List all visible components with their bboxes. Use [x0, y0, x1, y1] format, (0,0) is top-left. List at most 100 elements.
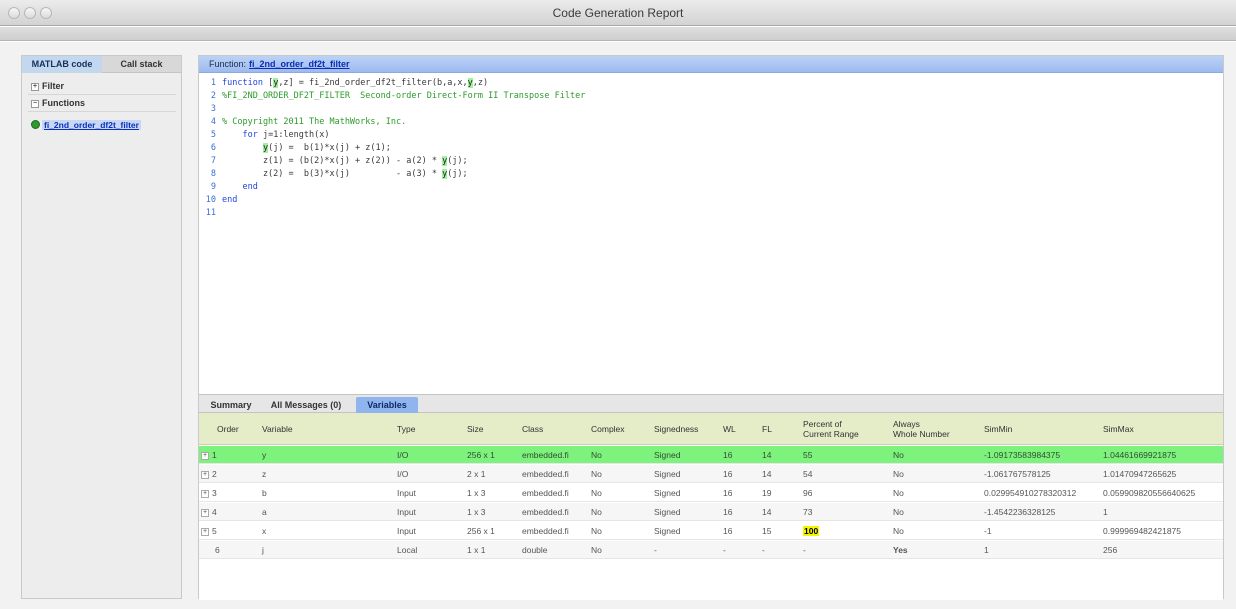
cell-simmin: -1 [984, 526, 992, 536]
cell-fl: 19 [762, 488, 772, 498]
code-text: z(2) = b(3)*x(j) - a(3) * [222, 169, 443, 179]
column-header-label: Signedness [654, 424, 699, 434]
line-number: 9 [210, 182, 216, 192]
code-editor[interactable]: 1 function [y,z] = fi_2nd_order_df2t_filt… [199, 74, 1223, 392]
cell-signedness: Signed [654, 469, 681, 479]
cell-pct: 96 [803, 488, 813, 498]
column-header-fl[interactable]: FL [762, 413, 772, 445]
column-header-label: SimMax [1103, 424, 1134, 434]
cell-complex: No [591, 488, 602, 498]
cell-class: double [522, 545, 548, 555]
cell-signedness: Signed [654, 526, 681, 536]
cell-size: 1 x 1 [467, 545, 486, 555]
tab-all-messages[interactable]: All Messages (0) [261, 397, 351, 414]
code-line: 7 z(1) = (b(2)*x(j) + z(2)) - a(2) * y(j… [199, 155, 1219, 168]
code-line: 9 end [199, 181, 1219, 194]
cell-simmin: -1.061767578125 [984, 469, 1051, 479]
tab-variables[interactable]: Variables [356, 397, 418, 414]
function-header-link[interactable]: fi_2nd_order_df2t_filter [249, 59, 350, 69]
tab-summary[interactable]: Summary [205, 397, 257, 414]
column-header-label: Complex [591, 424, 625, 434]
cell-simmax: 256 [1103, 545, 1118, 555]
code-text: ,z] = fi_2nd_order_df2t_filter(b,a,x, [278, 78, 468, 88]
cell-class: embedded.fi [522, 450, 569, 460]
cell-pct: 55 [803, 450, 813, 460]
cell-whole: No [893, 450, 904, 460]
table-row[interactable]: 6 j Local 1 x 1 double No - - - - Yes 1 256 [199, 541, 1223, 559]
cell-signedness: - [654, 545, 657, 555]
line-number: 3 [210, 104, 216, 114]
code-line: 4 % Copyright 2011 The MathWorks, Inc. [199, 116, 1219, 129]
cell-size: 1 x 3 [467, 507, 486, 517]
column-header-simmin[interactable]: SimMin [984, 413, 1012, 445]
collapse-minus-icon[interactable]: − [31, 99, 39, 108]
column-header-signedness[interactable]: Signedness [654, 413, 698, 445]
table-row[interactable]: +5 x Input 256 x 1 embedded.fi No Signed 16 15 10… [199, 522, 1223, 540]
column-header-label: Class [522, 424, 544, 434]
code-keyword: end [222, 195, 238, 205]
cell-type: Input [397, 526, 416, 536]
code-line: 1 function [y,z] = fi_2nd_order_df2t_filt… [199, 77, 1219, 90]
cell-complex: No [591, 526, 602, 536]
left-panel: MATLAB code Call stack + Filter − Function… [21, 55, 182, 599]
cell-order: +4 [201, 503, 217, 521]
title-bar: Code Generation Report [0, 0, 1236, 26]
cell-variable: y [262, 450, 267, 460]
code-comment: % Copyright 2011 The MathWorks, Inc. [222, 117, 407, 127]
tree-functions[interactable]: − Functions [31, 97, 85, 109]
table-row[interactable]: +3 b Input 1 x 3 embedded.fi No Signed 16 19 96 No… [199, 484, 1223, 502]
order-value: 1 [212, 450, 217, 460]
expand-plus-icon[interactable]: + [31, 82, 39, 91]
cell-variable: x [262, 526, 267, 536]
expand-row-icon[interactable]: + [201, 527, 209, 536]
cell-order: +5 [201, 522, 217, 540]
cell-signedness: Signed [654, 488, 681, 498]
line-number: 11 [205, 208, 216, 218]
cell-order: +2 [201, 465, 217, 483]
column-header-order[interactable]: Order [217, 413, 239, 445]
column-header-whole[interactable]: Always Whole Number [893, 413, 950, 445]
column-header-size[interactable]: Size [467, 413, 484, 445]
column-header-pct[interactable]: Percent of Current Range [803, 413, 859, 445]
code-line: 6 y(j) = b(1)*x(j) + z(1); [199, 142, 1219, 155]
tree-filter[interactable]: + Filter [31, 80, 64, 92]
tree-filter-label: Filter [42, 81, 65, 91]
expand-row-icon[interactable]: + [201, 451, 209, 460]
column-header-wl[interactable]: WL [723, 413, 736, 445]
tab-matlab-code[interactable]: MATLAB code [22, 56, 102, 73]
column-header-complex[interactable]: Complex [591, 413, 625, 445]
main-panel: Function: fi_2nd_order_df2t_filter 1 funct… [198, 55, 1224, 600]
cell-complex: No [591, 507, 602, 517]
toolbar-strip [0, 27, 1236, 41]
variables-table: Order Variable Type Size Class Complex Signedn… [199, 413, 1223, 600]
cell-fl: 14 [762, 507, 772, 517]
line-number: 6 [210, 143, 216, 153]
function-tree-item[interactable]: fi_2nd_order_df2t_filter [31, 119, 141, 132]
cell-wl: 16 [723, 526, 733, 536]
cell-simmax: 0.059909820556640625 [1103, 488, 1196, 498]
expand-row-icon[interactable]: + [201, 470, 209, 479]
table-row[interactable]: +4 a Input 1 x 3 embedded.fi No Signed 16 14 73 No… [199, 503, 1223, 521]
tab-call-stack[interactable]: Call stack [102, 56, 181, 73]
cell-size: 256 x 1 [467, 526, 495, 536]
cell-pct: 54 [803, 469, 813, 479]
code-text: (j); [447, 156, 468, 166]
function-tree-link[interactable]: fi_2nd_order_df2t_filter [42, 119, 141, 130]
table-row[interactable]: +2 z I/O 2 x 1 embedded.fi No Signed 16 14 54 No -1… [199, 465, 1223, 483]
column-header-simmax[interactable]: SimMax [1103, 413, 1134, 445]
cell-type: Local [397, 545, 418, 555]
column-header-label: Percent of Current Range [803, 419, 859, 439]
expand-row-icon[interactable]: + [201, 489, 209, 498]
column-header-type[interactable]: Type [397, 413, 415, 445]
cell-size: 2 x 1 [467, 469, 486, 479]
table-row[interactable]: +1 y I/O 256 x 1 embedded.fi No Signed 16 14 55 No… [199, 446, 1223, 464]
cell-simmin: -1.09173583984375 [984, 450, 1061, 460]
function-header: Function: fi_2nd_order_df2t_filter [199, 56, 1223, 73]
column-header-variable[interactable]: Variable [262, 413, 293, 445]
order-value: 4 [212, 507, 217, 517]
column-header-class[interactable]: Class [522, 413, 543, 445]
expand-row-icon[interactable]: + [201, 508, 209, 517]
column-header-label: Always Whole Number [893, 419, 950, 439]
cell-fl: 14 [762, 469, 772, 479]
